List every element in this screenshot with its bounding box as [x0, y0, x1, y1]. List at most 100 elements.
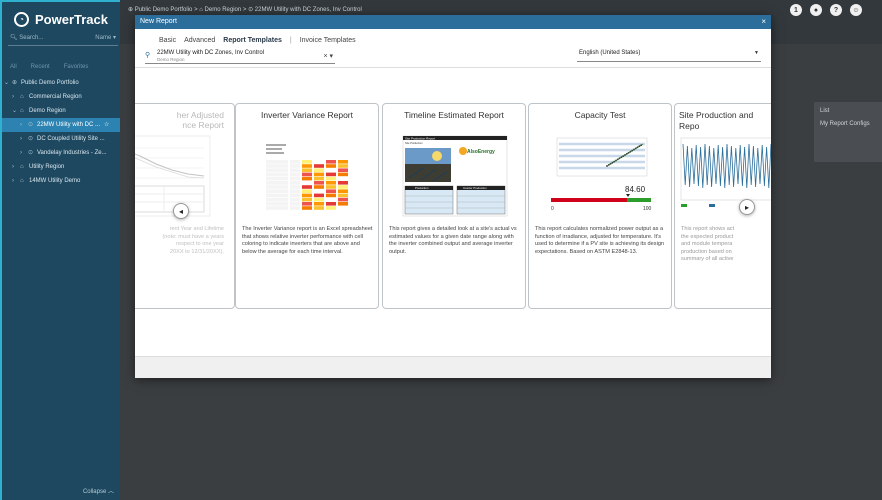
- variance-cell: [302, 181, 312, 185]
- site-icon: ⊙: [248, 7, 254, 13]
- variance-cell: [314, 185, 324, 189]
- tree-item-label: DC Coupled Utility Site ...: [37, 136, 105, 142]
- card-title: Capacity Test: [574, 110, 626, 120]
- notifications-icon[interactable]: 1: [790, 4, 802, 16]
- variance-cell: [290, 185, 300, 189]
- variance-cell: [326, 168, 336, 172]
- site-icon: ⊙: [28, 122, 34, 128]
- dialog-footer: [135, 356, 771, 378]
- chevron-right-icon[interactable]: ›: [12, 174, 20, 188]
- site-icon: ⊙: [28, 150, 34, 156]
- carousel-next-button[interactable]: ▸: [739, 199, 755, 215]
- tree-item-label: Public Demo Portfolio: [21, 80, 79, 86]
- site-search[interactable]: 🔍︎ Search... Name ▾: [8, 34, 118, 46]
- variance-cell: [314, 168, 324, 172]
- template-card-inverter-variance[interactable]: Inverter Variance Report The Inverter Va…: [235, 103, 379, 309]
- variance-cell: [302, 176, 312, 181]
- variance-cell: [278, 164, 288, 168]
- variance-cell: [338, 193, 348, 198]
- chevron-right-icon[interactable]: ›: [20, 118, 28, 132]
- tree-item-label: Demo Region: [29, 108, 66, 114]
- site-selector[interactable]: ⚲ 22MW Utility with DC Zones, Inv Contro…: [145, 50, 335, 64]
- region-icon: ⌂: [20, 164, 24, 170]
- chevron-down-icon[interactable]: ⌄: [4, 76, 12, 90]
- chevron-right-icon[interactable]: ›: [12, 160, 20, 174]
- carousel-prev-button[interactable]: ◂: [173, 203, 189, 219]
- variance-cell: [266, 185, 278, 189]
- card-description: This report calculates normalized power …: [535, 226, 665, 255]
- variance-cell: [314, 160, 324, 164]
- tree-item[interactable]: › ⌂ 14MW Utility Demo: [2, 174, 120, 188]
- tree-item[interactable]: ⌄ ⌂ Demo Region: [2, 104, 120, 118]
- variance-cell: [338, 176, 348, 181]
- site-tree: ⌄ ⊕ Public Demo Portfolio › ⌂ Commercial Regi…: [2, 76, 120, 188]
- template-card-site-production[interactable]: Site Production and Repo This report sho…: [674, 103, 771, 309]
- chevron-right-icon[interactable]: ›: [12, 90, 20, 104]
- tree-item[interactable]: ⌄ ⊕ Public Demo Portfolio: [2, 76, 120, 90]
- tab-basic[interactable]: Basic: [159, 37, 176, 44]
- region-icon: ⌂: [199, 7, 203, 13]
- variance-cell: [338, 164, 348, 168]
- variance-cell: [302, 185, 312, 189]
- filter-all[interactable]: All: [10, 64, 17, 70]
- variance-cell: [338, 202, 348, 206]
- logo-icon: ◔: [14, 12, 29, 27]
- tab-report-templates[interactable]: Report Templates: [223, 37, 282, 44]
- breadcrumb-site[interactable]: 22MW Utility with DC Zones, Inv Control: [255, 7, 362, 13]
- variance-cell: [290, 160, 300, 164]
- tree-item[interactable]: › ⊙ DC Coupled Utility Site ...: [2, 132, 120, 146]
- my-report-configs-link[interactable]: My Report Configs: [820, 121, 876, 127]
- dialog-title: New Report: [140, 18, 177, 25]
- variance-cell: [266, 193, 278, 198]
- app-logo[interactable]: ◔ PowerTrack: [14, 12, 108, 27]
- account-icon[interactable]: ☺: [850, 4, 862, 16]
- card-title: Inverter Variance Report: [261, 110, 353, 120]
- tree-item-label: 14MW Utility Demo: [29, 178, 81, 184]
- thumb-production: Production: [415, 186, 429, 190]
- language-select[interactable]: English (United States) ▼: [577, 50, 761, 62]
- help-icon[interactable]: ?: [830, 4, 842, 16]
- close-icon[interactable]: ×: [761, 17, 766, 26]
- tree-item[interactable]: › ⌂ Commercial Region: [2, 90, 120, 104]
- variance-cell: [338, 197, 348, 202]
- tree-item[interactable]: › ⊙ 22MW Utility with DC ... ☆: [2, 118, 120, 132]
- tree-item-label: Commercial Region: [29, 94, 82, 100]
- variance-cell: [326, 206, 336, 210]
- variance-cell: [278, 181, 288, 185]
- chevron-left-icon: ◂: [178, 206, 183, 216]
- variance-cell: [326, 160, 336, 164]
- tree-item[interactable]: › ⌂ Utility Region: [2, 160, 120, 174]
- filter-favorites[interactable]: Favorites: [64, 64, 89, 70]
- filter-recent[interactable]: Recent: [31, 64, 50, 70]
- language-value: English (United States): [579, 50, 641, 56]
- chevron-right-icon[interactable]: ›: [20, 132, 28, 146]
- user-icon[interactable]: ●: [810, 4, 822, 16]
- tree-item[interactable]: › ⊙ Vandelay Industries - Ze...: [2, 146, 120, 160]
- variance-cell: [314, 193, 324, 198]
- region-icon: ⌂: [20, 178, 24, 184]
- tree-item-label: 22MW Utility with DC ...: [37, 122, 101, 128]
- chevron-down-icon[interactable]: ⌄: [12, 104, 20, 118]
- search-scope-dropdown[interactable]: Name ▾: [95, 34, 116, 45]
- breadcrumb-region[interactable]: Demo Region: [205, 7, 242, 13]
- variance-cell: [290, 202, 300, 206]
- template-card-capacity-test[interactable]: Capacity Test 84.60 0 100 This report ca…: [528, 103, 672, 309]
- breadcrumb-portfolio[interactable]: Public Demo Portfolio: [135, 7, 193, 13]
- collapse-button[interactable]: Collapse ︿: [83, 486, 114, 495]
- tab-advanced[interactable]: Advanced: [184, 37, 215, 44]
- variance-cell: [278, 185, 288, 189]
- variance-cell: [290, 189, 300, 193]
- thumb-site-production: Site Production: [405, 141, 423, 145]
- favorite-star-icon[interactable]: ☆: [104, 118, 109, 132]
- breadcrumb: ⊕ Public Demo Portfolio > ⌂ Demo Region …: [128, 7, 362, 13]
- card-description: This report gives a detailed look at a s…: [389, 226, 517, 255]
- tab-invoice-templates[interactable]: Invoice Templates: [300, 37, 356, 44]
- template-card-timeline-estimated[interactable]: Timeline Estimated Report Site Productio…: [382, 103, 526, 309]
- list-link[interactable]: List: [820, 108, 876, 114]
- chevron-right-icon[interactable]: ›: [20, 146, 28, 160]
- variance-cell: [278, 189, 288, 193]
- search-input[interactable]: 🔍︎ Search...: [10, 34, 43, 45]
- clear-and-expand-icon[interactable]: × ▾: [323, 52, 333, 60]
- variance-cell: [314, 172, 324, 177]
- tab-separator: |: [289, 37, 292, 44]
